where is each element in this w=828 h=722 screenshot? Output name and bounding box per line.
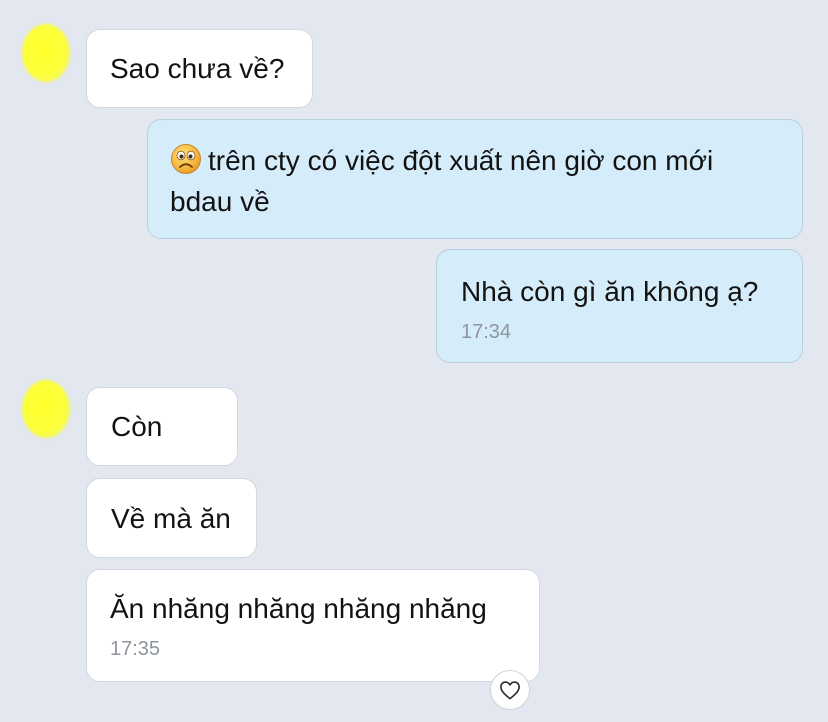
- message-bubble-outgoing[interactable]: Nhà còn gì ăn không ạ? 17:34: [436, 249, 803, 363]
- message-bubble-incoming[interactable]: Sao chưa về?: [86, 29, 313, 108]
- message-bubble-incoming[interactable]: Về mà ăn: [86, 478, 257, 558]
- message-text: Về mà ăn: [111, 503, 231, 534]
- message-text: Ăn nhăng nhăng nhăng nhăng: [110, 593, 487, 624]
- heart-icon: [500, 681, 520, 700]
- message-bubble-outgoing[interactable]: trên cty có việc đột xuất nên giờ con mớ…: [147, 119, 803, 239]
- sender-avatar[interactable]: [22, 24, 70, 82]
- message-text: trên cty có việc đột xuất nên giờ con mớ…: [170, 143, 802, 184]
- react-heart-button[interactable]: [490, 670, 530, 710]
- message-text: bdau về: [170, 186, 270, 217]
- message-text: Còn: [111, 411, 163, 442]
- crying-face-emoji-icon: [170, 143, 202, 184]
- message-bubble-incoming[interactable]: Còn: [86, 387, 238, 466]
- message-timestamp: 17:35: [110, 638, 161, 660]
- message-bubble-incoming[interactable]: Ăn nhăng nhăng nhăng nhăng 17:35: [86, 569, 540, 682]
- message-text: Nhà còn gì ăn không ạ?: [461, 276, 759, 307]
- message-timestamp: 17:34: [461, 321, 512, 343]
- sender-avatar[interactable]: [22, 380, 70, 438]
- message-text: Sao chưa về?: [110, 53, 285, 84]
